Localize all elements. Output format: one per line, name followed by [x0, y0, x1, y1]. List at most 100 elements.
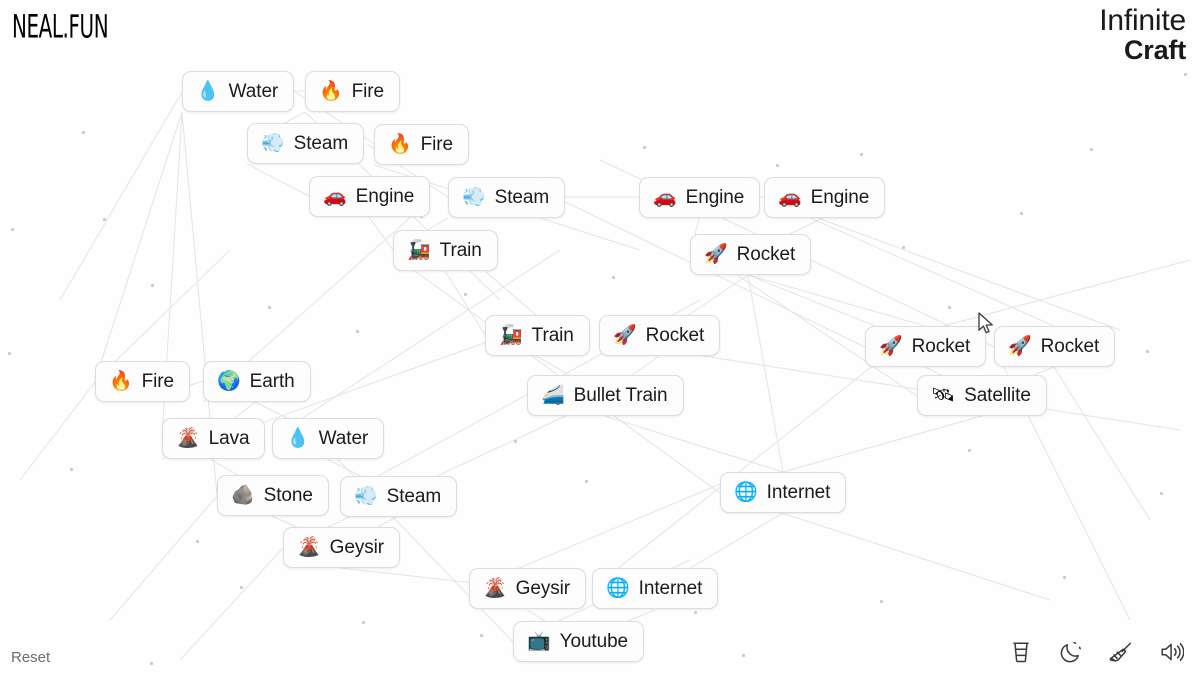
moon-icon[interactable]: [1056, 637, 1086, 667]
background-dot: [860, 153, 863, 156]
item-card-label: Water: [318, 427, 369, 449]
item-card[interactable]: 🚀 Rocket: [690, 234, 812, 275]
broom-icon[interactable]: [1106, 637, 1136, 667]
item-card[interactable]: 💧 Water: [182, 71, 295, 112]
car-icon: 🚗: [653, 186, 677, 208]
item-card[interactable]: 🔥 Fire: [95, 361, 190, 402]
item-card[interactable]: 🔥 Fire: [305, 71, 400, 112]
item-card-label: Earth: [249, 370, 295, 392]
bullet-train-icon: 🚄: [541, 384, 565, 406]
volcano-icon: 🌋: [297, 536, 321, 558]
rocket-icon: 🚀: [1008, 335, 1032, 357]
car-icon: 🚗: [778, 186, 802, 208]
background-dot: [1146, 350, 1149, 353]
fire-icon: 🔥: [109, 370, 133, 392]
item-card[interactable]: 💨 Steam: [340, 476, 458, 517]
speaker-icon[interactable]: [1156, 637, 1186, 667]
locomotive-icon: 🚂: [499, 324, 523, 346]
item-card-label: Geysir: [515, 577, 570, 599]
earth-globe-icon: 🌍: [217, 370, 241, 392]
item-card[interactable]: 🌐 Internet: [720, 472, 847, 513]
background-dot: [480, 634, 483, 637]
locomotive-icon: 🚂: [407, 239, 431, 261]
steam-icon: 💨: [462, 186, 486, 208]
item-card-label: Internet: [766, 481, 831, 503]
item-card-label: Train: [531, 324, 574, 346]
item-card[interactable]: 🌋 Geysir: [283, 527, 400, 568]
background-dot: [742, 654, 745, 657]
background-dot: [612, 276, 615, 279]
background-dot: [776, 164, 779, 167]
car-icon: 🚗: [323, 185, 347, 207]
tool-bar: [1006, 637, 1186, 667]
item-card[interactable]: 🌐 Internet: [592, 568, 719, 609]
item-card-label: Geysir: [329, 536, 384, 558]
logo-line-infinite: Infinite: [1099, 4, 1186, 37]
item-card[interactable]: 🚄 Bullet Train: [527, 375, 684, 416]
item-card[interactable]: 🌍 Earth: [203, 361, 311, 402]
neal-fun-logo[interactable]: NEAL.FUN: [12, 9, 109, 46]
background-dot: [968, 449, 971, 452]
item-card[interactable]: 💨 Steam: [448, 177, 566, 218]
item-card[interactable]: 🚀 Rocket: [994, 326, 1116, 367]
item-card-label: Satellite: [964, 384, 1031, 406]
globe-meridians-icon: 🌐: [734, 481, 758, 503]
item-card-label: Steam: [386, 485, 442, 507]
infinite-craft-logo: Infinite Craft: [1099, 4, 1186, 65]
background-dot: [902, 246, 905, 249]
item-card-label: Steam: [494, 186, 550, 208]
item-card-label: Rocket: [736, 243, 796, 265]
background-dot: [514, 440, 517, 443]
infinite-craft-board[interactable]: NEAL.FUN Infinite Craft 💧 Water 🔥 Fire 💨 Stea…: [0, 0, 1200, 675]
item-card-label: Water: [228, 80, 279, 102]
item-card[interactable]: 🌋 Lava: [162, 418, 266, 459]
item-card[interactable]: 💨 Steam: [247, 123, 365, 164]
item-card-label: Rocket: [1040, 335, 1100, 357]
background-dot: [70, 468, 73, 471]
rock-icon: 🪨: [231, 484, 255, 506]
item-card[interactable]: 🚗 Engine: [639, 177, 761, 218]
item-card[interactable]: 🚀 Rocket: [865, 326, 987, 367]
item-card[interactable]: 🚂 Train: [485, 315, 590, 356]
television-icon: 📺: [527, 630, 551, 652]
fire-icon: 🔥: [388, 133, 412, 155]
item-card-label: Internet: [638, 577, 703, 599]
item-card[interactable]: 🛰 Satellite: [917, 375, 1047, 416]
water-droplet-icon: 💧: [196, 80, 220, 102]
item-card[interactable]: 📺 Youtube: [513, 621, 645, 662]
item-card-label: Bullet Train: [573, 384, 668, 406]
item-card-label: Rocket: [911, 335, 971, 357]
item-card-label: Lava: [208, 427, 250, 449]
item-card[interactable]: 🌋 Geysir: [469, 568, 586, 609]
coffee-icon[interactable]: [1006, 637, 1036, 667]
rocket-icon: 🚀: [879, 335, 903, 357]
item-card[interactable]: 🚗 Engine: [764, 177, 886, 218]
item-card[interactable]: 🔥 Fire: [374, 124, 469, 165]
background-dot: [11, 228, 14, 231]
item-card[interactable]: 💧 Water: [272, 418, 385, 459]
item-card[interactable]: 🪨 Stone: [217, 475, 329, 516]
rocket-icon: 🚀: [613, 324, 637, 346]
background-dot: [694, 611, 697, 614]
background-dot: [82, 131, 85, 134]
background-dot: [643, 146, 646, 149]
fire-icon: 🔥: [319, 80, 343, 102]
item-card[interactable]: 🚂 Train: [393, 230, 498, 271]
background-dot: [880, 600, 883, 603]
item-card-label: Steam: [293, 132, 349, 154]
steam-icon: 💨: [354, 485, 378, 507]
rocket-icon: 🚀: [704, 243, 728, 265]
background-dot: [240, 586, 243, 589]
logo-line-craft: Craft: [1123, 34, 1186, 65]
reset-button[interactable]: Reset: [11, 649, 50, 666]
background-dot: [1090, 148, 1093, 151]
background-dot: [150, 662, 153, 665]
background-dot: [356, 330, 359, 333]
item-card-label: Engine: [810, 186, 870, 208]
item-card[interactable]: 🚀 Rocket: [599, 315, 721, 356]
background-dot: [103, 218, 106, 221]
background-dot: [1160, 492, 1163, 495]
background-dot: [1063, 576, 1066, 579]
item-card[interactable]: 🚗 Engine: [309, 176, 431, 217]
item-card-label: Fire: [351, 80, 384, 102]
